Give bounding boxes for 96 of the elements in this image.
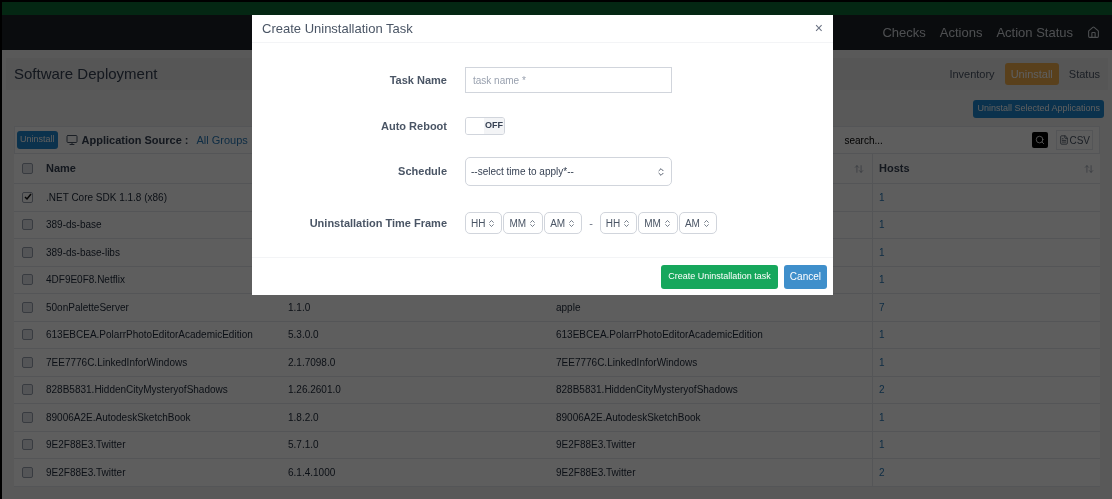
time-select[interactable]: AM xyxy=(544,212,583,234)
checkbox[interactable] xyxy=(22,466,33,478)
spinner-icon xyxy=(622,218,632,228)
sort-icon[interactable] xyxy=(1084,163,1094,174)
checkbox[interactable] xyxy=(22,246,33,258)
nav-link[interactable]: Checks xyxy=(882,22,926,43)
field-label: Schedule xyxy=(397,164,447,180)
time-select[interactable]: MM xyxy=(503,212,544,234)
create-task-button[interactable]: Create Uninstallation task xyxy=(661,264,778,289)
table-cell-text: 9E2F88E3.Twitter xyxy=(555,438,637,453)
hosts-link[interactable]: 1 xyxy=(879,354,885,370)
hosts-link[interactable]: 2 xyxy=(879,464,885,480)
hosts-link[interactable]: 1 xyxy=(879,409,885,425)
table-cell-text: 5.3.0.0 xyxy=(287,328,320,343)
table-cell-text: 828B5831.HiddenCityMysteryofShadows xyxy=(45,383,229,398)
table-cell-text: 7EE7776C.LinkedInforWindows xyxy=(45,355,189,370)
nav-link[interactable]: Action Status xyxy=(996,22,1073,43)
table-cell-text: 1.8.2.0 xyxy=(287,410,320,425)
table-cell-text: 389-ds-base xyxy=(45,218,103,233)
table-cell-text: apple xyxy=(555,300,582,315)
table-cell-text: 4DF9E0F8.Netflix xyxy=(45,273,126,288)
table-cell-text: 9E2F88E3.Twitter xyxy=(555,465,637,480)
source-link[interactable]: All Groups xyxy=(196,131,248,149)
source-label: Application Source : xyxy=(81,132,189,148)
search-icon xyxy=(1035,135,1046,145)
table-cell-text: 2.1.7098.0 xyxy=(287,355,337,370)
checkbox[interactable] xyxy=(22,219,33,231)
search-button[interactable] xyxy=(1032,132,1049,148)
spinner-icon xyxy=(662,218,672,228)
auto-reboot-toggle[interactable]: OFF xyxy=(465,117,505,135)
table-cell-text: 6.1.4.1000 xyxy=(287,465,337,480)
hosts-link[interactable]: 1 xyxy=(879,327,885,343)
checkbox[interactable] xyxy=(22,411,33,423)
table-cell-text: 50onPaletteServer xyxy=(45,300,130,315)
checkbox[interactable] xyxy=(22,163,33,174)
cancel-button[interactable]: Cancel xyxy=(783,264,827,289)
nav-link[interactable]: Actions xyxy=(939,22,983,43)
checkmark-icon xyxy=(23,193,32,202)
column-header: Hosts xyxy=(879,161,910,177)
spinner-icon xyxy=(567,218,577,228)
table-cell-text: 9E2F88E3.Twitter xyxy=(45,465,127,480)
spinner-icon xyxy=(487,218,497,228)
page-title: Software Deployment xyxy=(14,63,158,84)
close-button[interactable]: × xyxy=(814,18,823,39)
checkbox[interactable] xyxy=(22,439,33,451)
table-cell-text: .NET Core SDK 1.1.8 (x86) xyxy=(45,190,168,205)
table-cell-text: 9E2F88E3.Twitter xyxy=(45,438,127,453)
home-icon[interactable] xyxy=(1087,26,1100,39)
hosts-link[interactable]: 1 xyxy=(879,437,885,453)
tab[interactable]: Status xyxy=(1068,65,1100,83)
spinner-icon xyxy=(701,218,711,228)
checkbox[interactable] xyxy=(22,329,33,341)
tab[interactable]: Uninstall xyxy=(1004,62,1059,86)
sort-icon[interactable] xyxy=(854,163,864,174)
document-icon xyxy=(1059,135,1070,145)
uninstall-button[interactable]: Uninstall xyxy=(17,131,58,149)
table-cell-text: 1.26.2601.0 xyxy=(287,383,342,398)
checkbox[interactable] xyxy=(22,384,33,396)
table-cell-text: 89006A2E.AutodeskSketchBook xyxy=(555,410,702,425)
spinner-icon xyxy=(528,218,538,228)
table-cell-text: 613EBCEA.PolarrPhotoEditorAcademicEdition xyxy=(45,328,254,343)
table-cell-text: 613EBCEA.PolarrPhotoEditorAcademicEdition xyxy=(555,328,764,343)
spinner-icon xyxy=(656,166,666,177)
table-cell-text: 389-ds-base-libs xyxy=(45,245,121,260)
hosts-link[interactable]: 1 xyxy=(879,189,885,205)
hosts-link[interactable]: 1 xyxy=(879,272,885,288)
task-name-field[interactable]: task name * xyxy=(465,67,672,93)
tab[interactable]: Inventory xyxy=(949,65,995,83)
time-select[interactable]: MM xyxy=(638,212,678,234)
uninstall-selected-button[interactable]: Uninstall Selected Applications xyxy=(973,100,1104,118)
modal-title: Create Uninstallation Task xyxy=(262,19,413,38)
time-select[interactable]: AM xyxy=(678,212,717,234)
column-header: Name xyxy=(45,161,77,177)
checkbox[interactable] xyxy=(22,301,33,313)
range-separator: - xyxy=(589,215,593,231)
hosts-link[interactable]: 1 xyxy=(879,217,885,233)
table-cell-text: 5.7.1.0 xyxy=(287,438,320,453)
field-label: Auto Reboot xyxy=(380,118,447,134)
checkbox[interactable] xyxy=(22,191,33,203)
monitor-icon xyxy=(65,134,78,146)
hosts-link[interactable]: 2 xyxy=(879,382,885,398)
table-cell-text: 7EE7776C.LinkedInforWindows xyxy=(555,355,699,370)
table-cell-text: 1.1.0 xyxy=(287,300,312,315)
csv-button[interactable]: CSV xyxy=(1056,130,1093,150)
time-select[interactable]: HH xyxy=(599,212,638,234)
field-label: Task Name xyxy=(388,72,447,88)
hosts-link[interactable]: 7 xyxy=(879,299,885,315)
table-cell-text: 89006A2E.AutodeskSketchBook xyxy=(45,410,192,425)
search-field[interactable]: search... xyxy=(824,132,965,148)
schedule-select[interactable]: --select time to apply*-- xyxy=(465,157,672,186)
checkbox[interactable] xyxy=(22,356,33,368)
hosts-link[interactable]: 1 xyxy=(879,244,885,260)
checkbox[interactable] xyxy=(22,274,33,286)
time-select[interactable]: HH xyxy=(465,212,503,234)
field-label: Uninstallation Time Frame xyxy=(308,215,447,231)
table-cell-text: 828B5831.HiddenCityMysteryofShadows xyxy=(555,383,739,398)
